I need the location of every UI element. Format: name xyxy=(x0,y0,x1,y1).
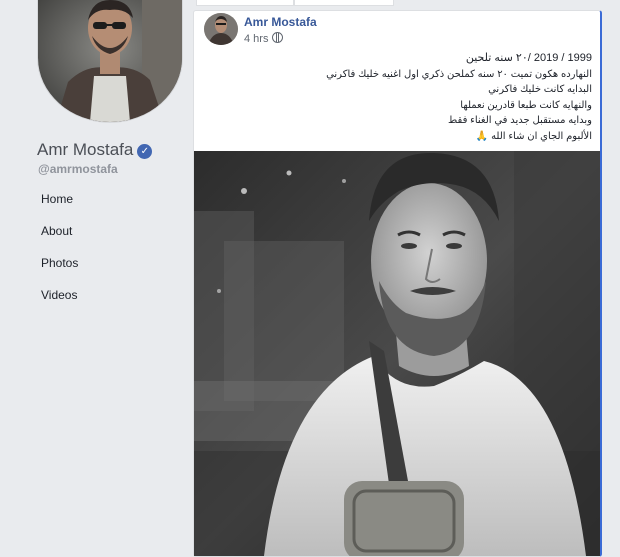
post-line: 1999 / 2019 /٢٠ سنه تلحين xyxy=(465,52,592,64)
profile-photo-image xyxy=(38,0,182,122)
nav-item-about[interactable]: About xyxy=(31,218,181,244)
post-line: النهارده هكون تميت ٢٠ سنه كملحن ذكري اول… xyxy=(326,68,592,80)
nav-item-photos[interactable]: Photos xyxy=(31,250,181,276)
post-timestamp[interactable]: 4 hrs xyxy=(244,33,268,45)
previous-card-edge xyxy=(196,0,294,6)
post-line: وبدايه مستقبل جديد في الغناء فقط xyxy=(448,115,592,126)
post-author-name[interactable]: Amr Mostafa xyxy=(244,15,317,29)
globe-icon[interactable] xyxy=(272,32,284,43)
post-author-avatar[interactable] xyxy=(204,13,238,45)
post-line: البدايه كانت خليك فاكرني xyxy=(488,84,592,95)
post-meta: 4 hrs xyxy=(244,32,284,45)
avatar-image xyxy=(204,13,238,45)
previous-card-edge-2 xyxy=(294,0,394,6)
post-line: والنهايه كانت طبعا قادرين نعملها xyxy=(460,99,592,111)
page-nav: Home About Photos Videos xyxy=(31,186,181,314)
verified-badge-icon: ✓ xyxy=(137,144,153,159)
page-handle[interactable]: @amrmostafa xyxy=(38,162,118,176)
post-text: 1999 / 2019 /٢٠ سنه تلحين النهارده هكون … xyxy=(212,51,592,144)
post-photo-image xyxy=(194,151,600,556)
left-sidebar: Amr Mostafa ✓ @amrmostafa Home About Phot… xyxy=(0,0,192,550)
post-photo[interactable] xyxy=(194,151,600,556)
profile-picture[interactable] xyxy=(38,0,182,122)
page-name-text[interactable]: Amr Mostafa xyxy=(37,140,133,159)
post-line: الألبوم الجاي ان شاء الله 🙏 xyxy=(475,130,592,142)
nav-item-videos[interactable]: Videos xyxy=(31,282,181,308)
post-card: Amr Mostafa 4 hrs 1999 / 2019 /٢٠ سنه تل… xyxy=(193,10,602,557)
nav-item-home[interactable]: Home xyxy=(31,186,181,212)
page-name[interactable]: Amr Mostafa ✓ xyxy=(37,140,153,160)
